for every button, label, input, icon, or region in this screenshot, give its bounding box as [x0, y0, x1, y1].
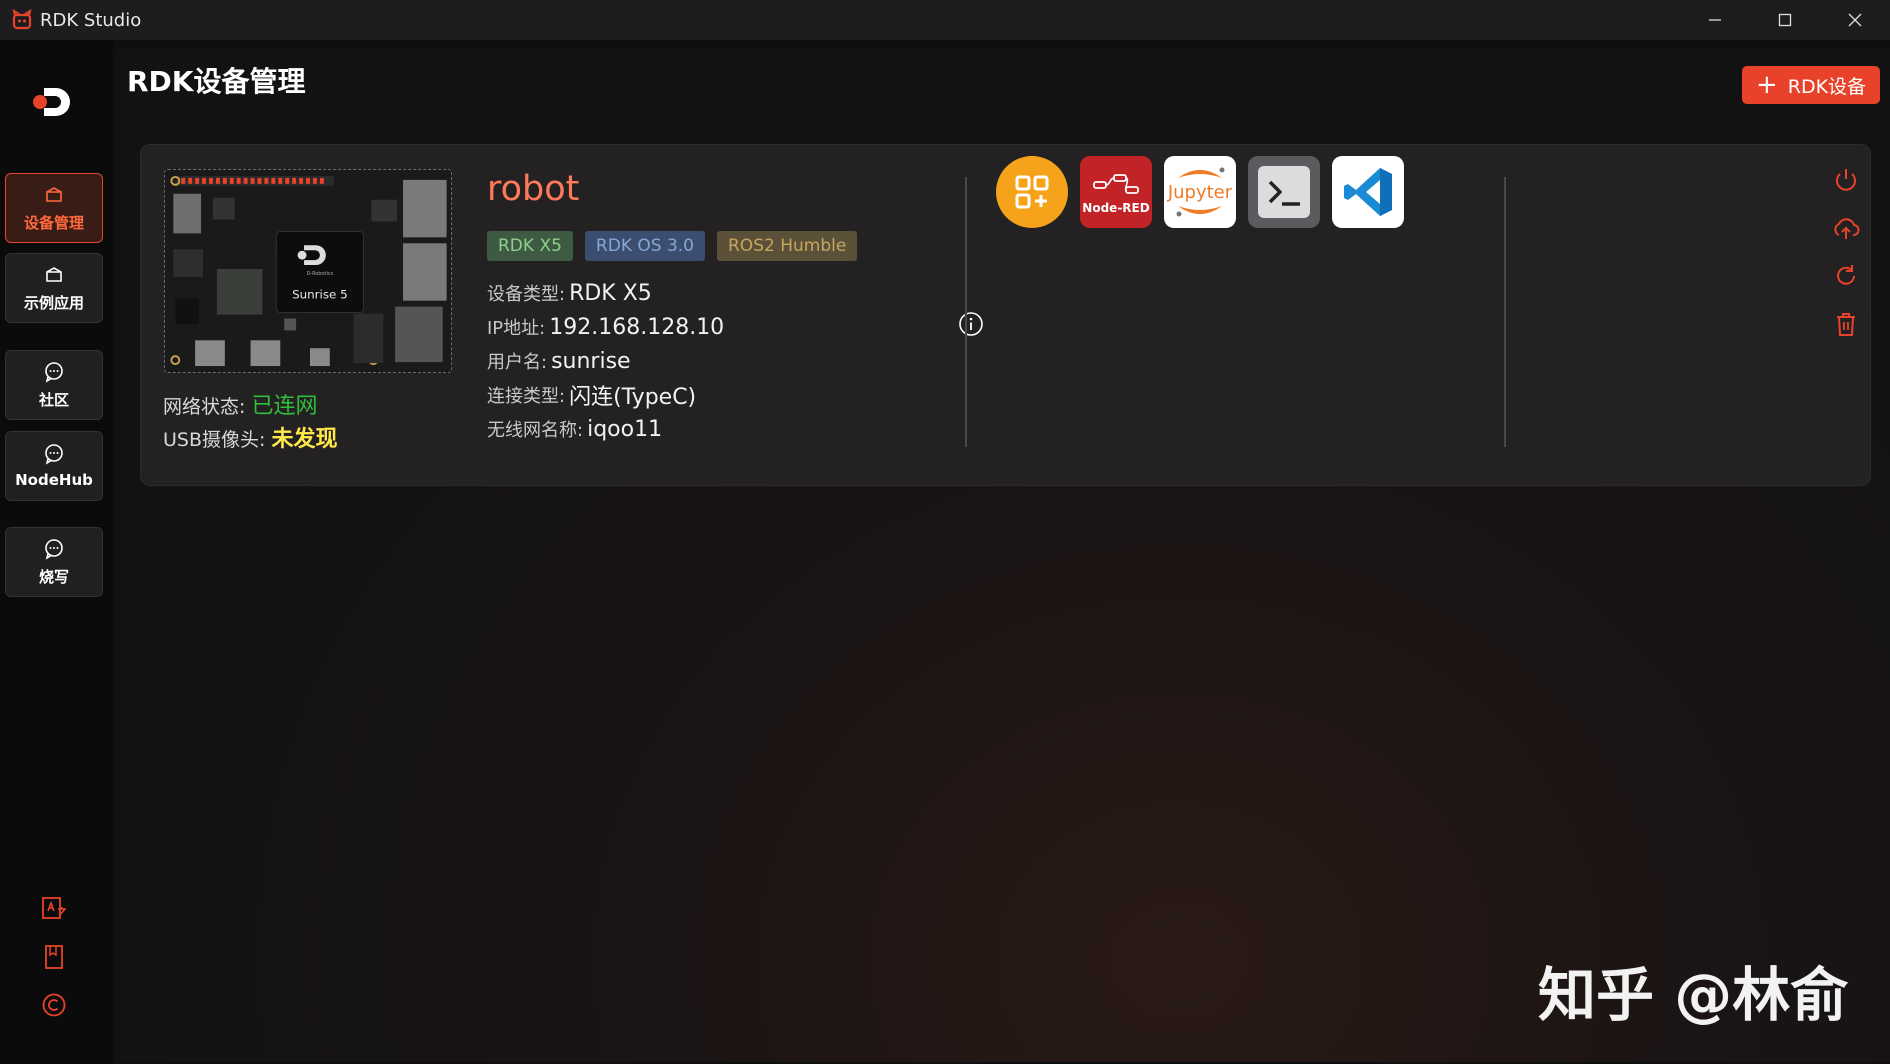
info-label: 无线网名称:	[487, 420, 584, 441]
maximize-button[interactable]	[1750, 0, 1820, 40]
info-value: 闪连(TypeC)	[569, 385, 697, 410]
tool-launchers: Node-RED Jupyter	[996, 156, 1404, 228]
info-row-ip: IP地址: 192.168.128.10	[487, 310, 724, 344]
minimize-button[interactable]	[1680, 0, 1750, 40]
sidebar: 设备管理 示例应用 社区 NodeHub 烧写	[0, 40, 113, 1064]
rdk-studio-logo-icon	[12, 9, 32, 30]
page-title: RDK设备管理	[127, 65, 306, 98]
add-rdk-device-button[interactable]: + RDK设备	[1742, 66, 1880, 104]
device-tags: RDK X5 RDK OS 3.0 ROS2 Humble	[487, 231, 858, 261]
jupyter-launcher-button[interactable]: Jupyter	[1164, 156, 1236, 228]
info-row-username: 用户名: sunrise	[487, 344, 724, 378]
box-icon	[46, 186, 62, 202]
tag-hardware: RDK X5	[487, 231, 573, 261]
node-red-icon	[1093, 174, 1139, 194]
network-status-value: 已连网	[251, 394, 318, 419]
tag-ros: ROS2 Humble	[717, 231, 858, 261]
divider	[965, 177, 967, 447]
sidebar-item-nodehub[interactable]: NodeHub	[5, 431, 103, 501]
info-label: 设备类型:	[487, 284, 566, 305]
info-icon[interactable]	[958, 311, 984, 337]
box-icon	[46, 266, 62, 282]
info-value: iqoo11	[587, 416, 663, 442]
chat-icon	[45, 444, 63, 465]
jupyter-label: Jupyter	[1167, 181, 1233, 203]
info-row-device-type: 设备类型: RDK X5	[487, 276, 724, 310]
close-button[interactable]	[1820, 0, 1890, 40]
plus-icon: +	[1755, 70, 1778, 100]
apps-icon	[1015, 175, 1049, 209]
tag-os: RDK OS 3.0	[584, 231, 705, 261]
d-robotics-logo-icon	[33, 88, 70, 116]
add-button-label: RDK设备	[1787, 75, 1867, 98]
sidebar-item-community[interactable]: 社区	[5, 350, 103, 420]
board-chip-label: Sunrise 5	[292, 288, 348, 302]
bookmark-icon[interactable]	[40, 943, 68, 971]
watermark: 知乎 @林俞	[1538, 961, 1849, 1029]
usb-camera-status: USB摄像头: 未发现	[163, 421, 337, 453]
sidebar-item-label: 烧写	[38, 567, 69, 586]
sidebar-item-label: 社区	[38, 390, 69, 409]
network-status: 网络状态: 已连网	[163, 388, 317, 420]
translate-icon[interactable]	[40, 895, 68, 923]
vscode-icon	[1344, 168, 1392, 216]
device-info: 设备类型: RDK X5 IP地址: 192.168.128.10 用户名: sunr…	[487, 276, 724, 446]
main-panel: RDK设备管理 + RDK设备 D-Robotics Sunrise 5 网络状…	[115, 48, 1890, 1062]
power-icon[interactable]	[1831, 165, 1861, 195]
refresh-icon[interactable]	[1831, 261, 1861, 291]
chat-icon	[45, 361, 63, 383]
upload-cloud-icon[interactable]	[1831, 213, 1861, 243]
sidebar-item-label: 示例应用	[23, 293, 84, 312]
terminal-icon	[1258, 166, 1310, 218]
vscode-launcher-button[interactable]	[1332, 156, 1404, 228]
sidebar-item-label: NodeHub	[15, 471, 93, 489]
rdk-x5-board-image: D-Robotics Sunrise 5	[164, 169, 452, 373]
network-status-label: 网络状态:	[163, 396, 246, 418]
apps-launcher-button[interactable]	[996, 156, 1068, 228]
device-card[interactable]: D-Robotics Sunrise 5 网络状态: 已连网 USB摄像头: 未…	[140, 144, 1871, 486]
device-name: robot	[487, 169, 580, 209]
divider	[1504, 177, 1506, 447]
info-label: 用户名:	[487, 352, 548, 373]
info-value: RDK X5	[569, 280, 652, 306]
minimize-icon	[1709, 19, 1721, 21]
info-row-wifi: 无线网名称: iqoo11	[487, 412, 724, 446]
window-title: RDK Studio	[40, 9, 142, 31]
sidebar-item-sample-apps[interactable]: 示例应用	[5, 253, 103, 323]
node-red-launcher-button[interactable]: Node-RED	[1080, 156, 1152, 228]
sidebar-item-device-management[interactable]: 设备管理	[5, 173, 103, 243]
info-row-connection: 连接类型: 闪连(TypeC)	[487, 378, 724, 412]
title-bar: RDK Studio	[0, 0, 1890, 40]
sidebar-item-flash[interactable]: 烧写	[5, 527, 103, 597]
node-red-label: Node-RED	[1082, 201, 1150, 215]
usb-camera-label: USB摄像头:	[163, 429, 266, 451]
sidebar-item-label: 设备管理	[23, 213, 84, 232]
copyright-icon[interactable]	[40, 991, 68, 1019]
usb-camera-value: 未发现	[271, 427, 338, 452]
chat-icon	[45, 538, 63, 560]
info-value: 192.168.128.10	[549, 314, 725, 340]
maximize-icon	[1778, 13, 1792, 27]
close-icon	[1848, 13, 1862, 27]
board-brand-label: D-Robotics	[307, 271, 334, 277]
device-actions	[1831, 165, 1861, 339]
info-label: 连接类型:	[487, 386, 566, 407]
info-label: IP地址:	[487, 318, 546, 339]
trash-icon[interactable]	[1831, 309, 1861, 339]
terminal-launcher-button[interactable]	[1248, 156, 1320, 228]
info-value: sunrise	[551, 348, 631, 374]
